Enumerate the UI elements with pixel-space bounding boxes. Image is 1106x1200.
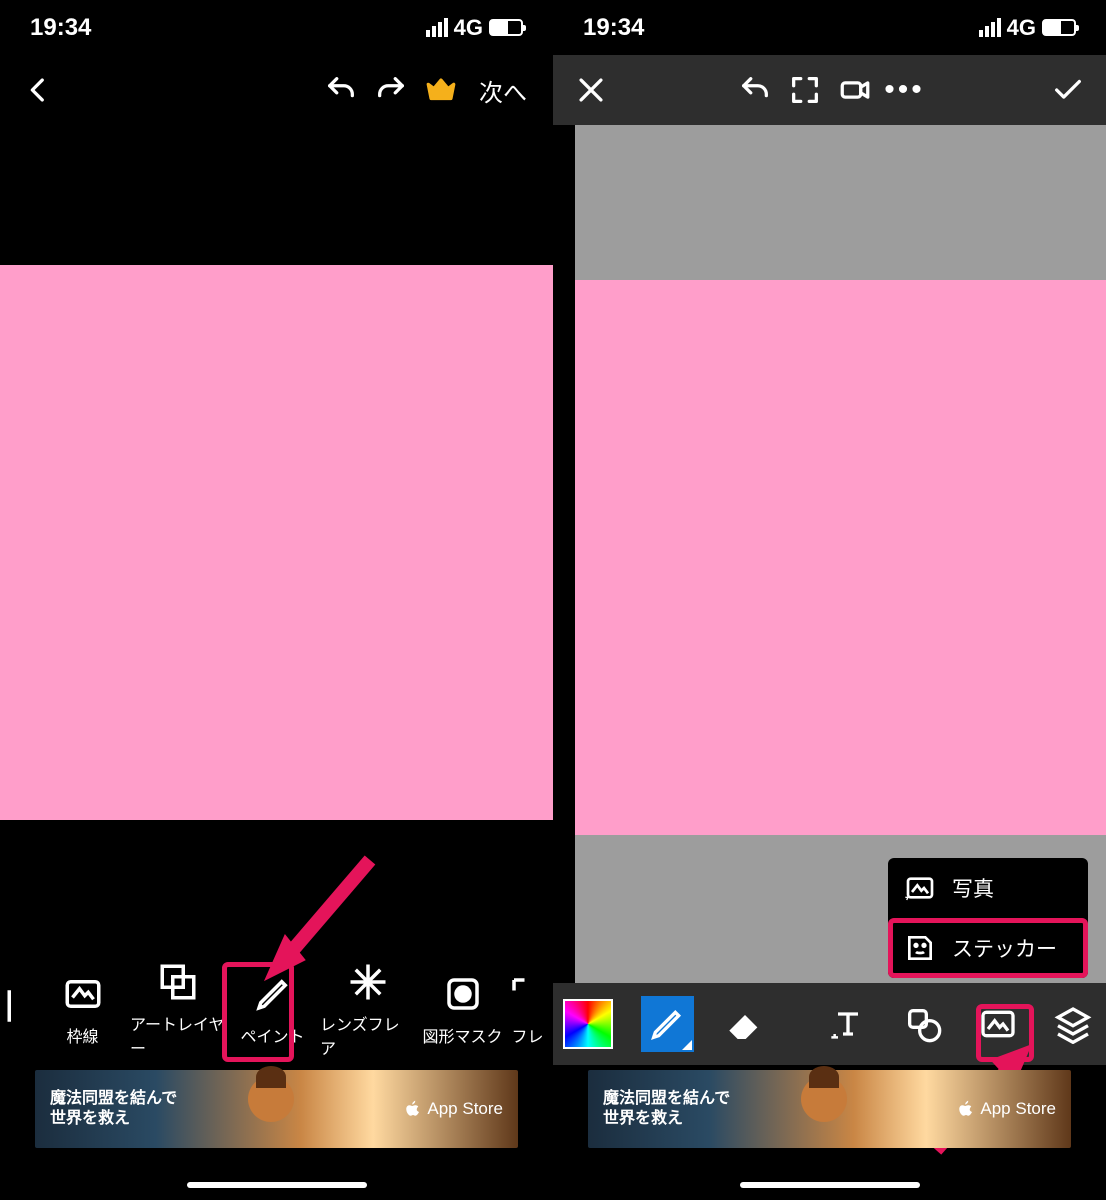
toolstrip: 枠線 アートレイヤー ペイント レンズフレア 図形マスク フレ: [0, 955, 553, 1065]
apple-icon: [404, 1100, 422, 1118]
ad-banner[interactable]: 魔法同盟を結んで 世界を救え App Store: [35, 1070, 518, 1148]
tool-border[interactable]: 枠線: [35, 955, 130, 1065]
text-tool[interactable]: [824, 999, 871, 1049]
apple-icon: [957, 1100, 975, 1118]
more-button[interactable]: •••: [885, 70, 925, 110]
battery-icon: [1042, 19, 1076, 36]
undo-button[interactable]: [735, 70, 775, 110]
close-button[interactable]: [571, 70, 611, 110]
back-button[interactable]: [18, 70, 58, 110]
network-label: 4G: [454, 15, 483, 41]
status-bar: 19:34 4G: [553, 0, 1106, 55]
shape-tool[interactable]: [899, 999, 946, 1049]
add-popup: 写真 ステッカー: [888, 858, 1088, 978]
undo-button[interactable]: [321, 70, 361, 110]
network-label: 4G: [1007, 15, 1036, 41]
tool-paint[interactable]: ペイント: [225, 955, 320, 1065]
status-bar: 19:34 4G: [0, 0, 553, 55]
battery-icon: [489, 19, 523, 36]
tool-artlayer[interactable]: アートレイヤー: [130, 955, 225, 1065]
tool-frame-partial[interactable]: フレ: [510, 955, 545, 1065]
clock: 19:34: [583, 14, 644, 42]
signal-icon: [426, 18, 448, 37]
ad-banner[interactable]: 魔法同盟を結んで 世界を救え App Store: [588, 1070, 1071, 1148]
tool-lensflare[interactable]: レンズフレア: [320, 955, 415, 1065]
home-indicator[interactable]: [740, 1182, 920, 1188]
fullscreen-button[interactable]: [785, 70, 825, 110]
layers-tool[interactable]: [1049, 999, 1096, 1049]
home-indicator[interactable]: [187, 1182, 367, 1188]
ad-image: [228, 1070, 338, 1148]
redo-button[interactable]: [371, 70, 411, 110]
toolbar: 次へ: [0, 55, 553, 125]
tool-shapemask[interactable]: 図形マスク: [415, 955, 510, 1065]
popup-photo[interactable]: 写真: [888, 858, 1088, 918]
add-image-tool[interactable]: [974, 999, 1021, 1049]
paint-toolbar: [553, 983, 1106, 1065]
canvas[interactable]: [0, 265, 553, 820]
screenshot-right: 19:34 4G ••• 写真 ステッカー: [553, 0, 1106, 1200]
canvas[interactable]: [575, 280, 1106, 835]
crown-icon[interactable]: [421, 70, 461, 110]
confirm-button[interactable]: [1048, 70, 1088, 110]
screenshot-left: 19:34 4G 次へ 枠線 アートレイヤー ペイント: [0, 0, 553, 1200]
eraser-tool[interactable]: [722, 999, 769, 1049]
clock: 19:34: [30, 14, 91, 42]
color-picker[interactable]: [563, 999, 613, 1049]
signal-icon: [979, 18, 1001, 37]
toolbar: •••: [553, 55, 1106, 125]
next-button[interactable]: 次へ: [471, 73, 535, 108]
ad-image: [781, 1070, 891, 1148]
tool-partial[interactable]: [0, 955, 35, 1065]
brush-tool[interactable]: [641, 996, 694, 1052]
popup-sticker[interactable]: ステッカー: [888, 918, 1088, 978]
record-button[interactable]: [835, 70, 875, 110]
